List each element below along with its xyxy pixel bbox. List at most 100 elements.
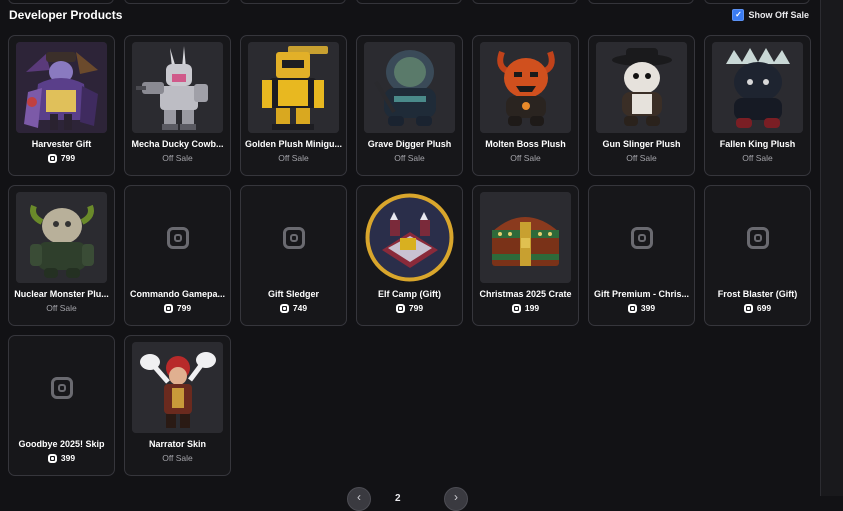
product-name: Grave Digger Plush [367, 139, 452, 149]
product-name: Commando Gamepa... [129, 289, 226, 299]
placeholder-icon [166, 226, 189, 249]
product-card[interactable]: Elf Camp (Gift) 799 [356, 185, 463, 326]
product-card[interactable]: Molten Boss Plush Off Sale [472, 35, 579, 176]
off-sale-label: Off Sale [278, 153, 309, 163]
product-card[interactable]: Fallen King Plush Off Sale [704, 35, 811, 176]
product-price: 749 [241, 303, 346, 313]
product-card[interactable]: Harvester Gift 799 [8, 35, 115, 176]
product-name: Elf Camp (Gift) [378, 289, 441, 299]
card-edge [704, 0, 810, 4]
placeholder-icon [282, 226, 305, 249]
product-name: Molten Boss Plush [485, 139, 566, 149]
placeholder-thumbnail [132, 192, 223, 283]
placeholder-icon [746, 226, 769, 249]
off-sale-label: Off Sale [626, 153, 657, 163]
price-value: 799 [408, 303, 424, 313]
placeholder-thumbnail [16, 342, 107, 433]
placeholder-thumbnail [596, 192, 687, 283]
product-card[interactable]: Narrator Skin Off Sale [124, 335, 231, 476]
fallen-king-plush-thumbnail [712, 42, 803, 133]
placeholder-icon [50, 376, 73, 399]
previous-page-button[interactable]: ‹ [347, 487, 371, 511]
product-price: 699 [705, 303, 810, 313]
product-price: 399 [589, 303, 694, 313]
product-card[interactable]: Nuclear Monster Plu... Off Sale [8, 185, 115, 326]
price-value: 799 [176, 303, 192, 313]
product-name: Nuclear Monster Plu... [14, 289, 109, 299]
product-card[interactable]: Gift Premium - Chris... 399 [588, 185, 695, 326]
nuclear-monster-plush-thumbnail [16, 192, 107, 283]
golden-plush-thumbnail [248, 42, 339, 133]
products-grid: Harvester Gift 799 Mecha Ducky Cowb... O… [8, 35, 811, 476]
narrator-character-thumbnail [132, 342, 223, 433]
off-sale-label: Off Sale [46, 303, 77, 313]
price-value: 799 [60, 153, 76, 163]
product-card[interactable]: Mecha Ducky Cowb... Off Sale [124, 35, 231, 176]
next-page-button[interactable]: › [444, 487, 468, 511]
product-price: 799 [357, 303, 462, 313]
product-card[interactable]: Goodbye 2025! Skip 399 [8, 335, 115, 476]
price-value: 699 [756, 303, 772, 313]
price-value: 749 [292, 303, 308, 313]
chevron-right-icon: › [454, 490, 458, 504]
card-edge [356, 0, 462, 4]
product-card[interactable]: Christmas 2025 Crate 199 [472, 185, 579, 326]
pagination: ‹ 2 › [347, 487, 472, 511]
price-value: 199 [524, 303, 540, 313]
robux-icon [163, 303, 173, 313]
robux-icon [395, 303, 405, 313]
off-sale-label: Off Sale [394, 153, 425, 163]
section-title: Developer Products [9, 8, 123, 22]
current-page: 2 [395, 493, 401, 504]
product-name: Goodbye 2025! Skip [18, 439, 105, 449]
off-sale-label: Off Sale [162, 453, 193, 463]
product-card[interactable]: Grave Digger Plush Off Sale [356, 35, 463, 176]
product-card[interactable]: Commando Gamepa... 799 [124, 185, 231, 326]
placeholder-thumbnail [712, 192, 803, 283]
show-off-sale-toggle[interactable]: ✓ Show Off Sale [732, 9, 809, 21]
product-name: Fallen King Plush [719, 139, 796, 149]
product-name: Frost Blaster (Gift) [717, 289, 798, 299]
product-name: Gun Slinger Plush [602, 139, 681, 149]
gun-slinger-plush-thumbnail [596, 42, 687, 133]
harvester-character-thumbnail [16, 42, 107, 133]
card-edge [588, 0, 694, 4]
scrollbar[interactable] [820, 0, 843, 496]
toggle-label: Show Off Sale [748, 10, 809, 20]
robux-icon [743, 303, 753, 313]
product-card[interactable]: Gift Sledger 749 [240, 185, 347, 326]
robux-icon [279, 303, 289, 313]
product-name: Gift Premium - Chris... [593, 289, 689, 299]
card-edge [240, 0, 346, 4]
card-edge [472, 0, 578, 4]
chevron-left-icon: ‹ [357, 490, 361, 504]
molten-boss-plush-thumbnail [480, 42, 571, 133]
robux-icon [511, 303, 521, 313]
placeholder-thumbnail [248, 192, 339, 283]
product-name: Mecha Ducky Cowb... [131, 139, 224, 149]
product-price: 799 [9, 153, 114, 163]
product-card[interactable]: Gun Slinger Plush Off Sale [588, 35, 695, 176]
previous-row-cards [0, 0, 820, 5]
price-value: 399 [640, 303, 656, 313]
product-card[interactable]: Frost Blaster (Gift) 699 [704, 185, 811, 326]
off-sale-label: Off Sale [510, 153, 541, 163]
off-sale-label: Off Sale [162, 153, 193, 163]
product-card[interactable]: Golden Plush Minigu... Off Sale [240, 35, 347, 176]
mecha-duck-thumbnail [132, 42, 223, 133]
check-icon: ✓ [735, 10, 742, 19]
product-name: Golden Plush Minigu... [245, 139, 342, 149]
card-edge [124, 0, 230, 4]
product-price: 799 [125, 303, 230, 313]
treasure-chest-thumbnail [480, 192, 571, 283]
off-sale-label: Off Sale [742, 153, 773, 163]
price-value: 399 [60, 453, 76, 463]
checkbox[interactable]: ✓ [732, 9, 745, 21]
robux-icon [627, 303, 637, 313]
card-edge [8, 0, 114, 4]
product-price: 199 [473, 303, 578, 313]
product-name: Christmas 2025 Crate [479, 289, 572, 299]
grave-digger-plush-thumbnail [364, 42, 455, 133]
product-price: 399 [9, 453, 114, 463]
placeholder-icon [630, 226, 653, 249]
